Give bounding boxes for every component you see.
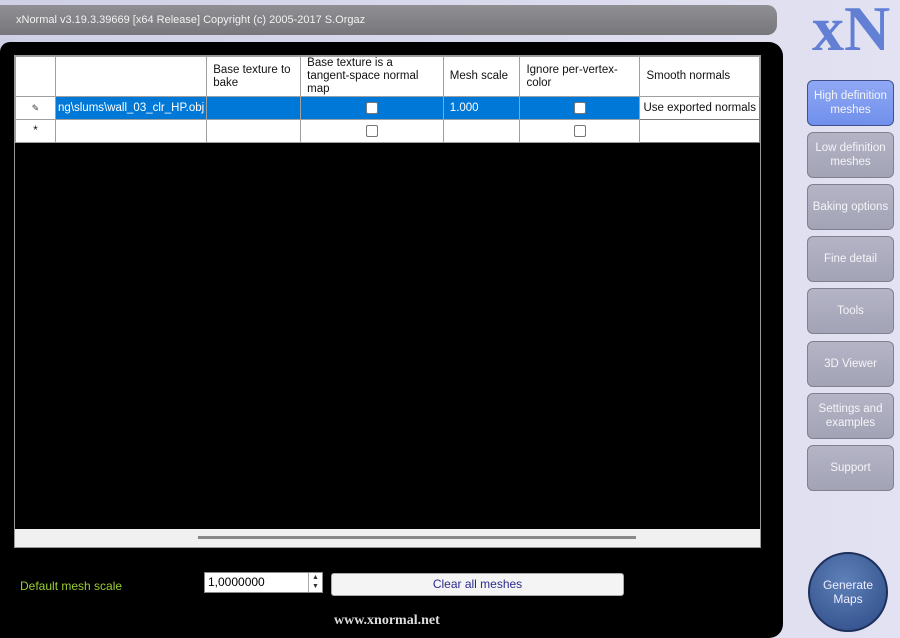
edit-row-icon: ✎ (14, 96, 57, 120)
tangent-space-checkbox[interactable] (365, 124, 378, 137)
mesh-scale-cell[interactable]: 1.000 (442, 96, 521, 120)
mesh-grid: Base texture to bake Base texture is a t… (14, 55, 761, 548)
nav-settings-and-examples[interactable]: Settings and examples (807, 393, 894, 439)
header-file[interactable] (55, 56, 208, 97)
tangent-space-checkbox-cell[interactable] (300, 96, 444, 120)
nav-baking-options[interactable]: Baking options (807, 184, 894, 230)
nav-low-definition-meshes[interactable]: Low definition meshes (807, 132, 894, 178)
nav-tools[interactable]: Tools (807, 288, 894, 334)
generate-maps-button[interactable]: Generate Maps (808, 552, 888, 632)
nav-support[interactable]: Support (807, 445, 894, 491)
ignore-vertex-color-cell[interactable] (519, 119, 641, 143)
new-row-icon: * (14, 119, 57, 143)
xnormal-logo: xN (812, 0, 891, 64)
clear-all-meshes-button[interactable]: Clear all meshes (331, 573, 624, 596)
header-tangent-space[interactable]: Base texture is a tangent-space normal m… (300, 56, 444, 97)
stepper-arrows-icon[interactable]: ▲ ▼ (308, 573, 322, 592)
nav-fine-detail[interactable]: Fine detail (807, 236, 894, 282)
default-mesh-scale-label: Default mesh scale (20, 579, 123, 593)
default-mesh-scale-value[interactable]: 1,0000000 (208, 575, 265, 589)
header-base-texture[interactable]: Base texture to bake (206, 56, 302, 97)
header-row-marker (14, 56, 57, 97)
file-cell[interactable]: ng\slums\wall_03_clr_HP.obj (55, 96, 208, 120)
smooth-normals-dropdown[interactable]: Use exported normals (639, 96, 760, 120)
base-texture-cell[interactable] (206, 96, 302, 120)
ignore-vertex-color-cell[interactable] (519, 96, 641, 120)
website-link[interactable]: www.xnormal.net (334, 613, 440, 629)
nav-3d-viewer[interactable]: 3D Viewer (807, 341, 894, 387)
header-smooth-normals[interactable]: Smooth normals (639, 56, 760, 97)
table-row[interactable]: ✎ ng\slums\wall_03_clr_HP.obj 1.000 Use … (14, 96, 760, 120)
file-cell[interactable] (55, 119, 208, 143)
table-row-new[interactable]: * (14, 119, 760, 143)
horizontal-scrollbar[interactable] (15, 529, 760, 547)
default-mesh-scale-stepper[interactable]: 1,0000000 ▲ ▼ (204, 572, 323, 593)
base-texture-cell[interactable] (206, 119, 302, 143)
mesh-scale-cell[interactable] (442, 119, 521, 143)
scrollbar-thumb[interactable] (198, 536, 636, 539)
ignore-vertex-color-checkbox[interactable] (573, 101, 586, 114)
header-mesh-scale[interactable]: Mesh scale (442, 56, 521, 97)
nav-high-definition-meshes[interactable]: High definition meshes (807, 80, 894, 126)
smooth-normals-dropdown[interactable] (639, 119, 760, 143)
ignore-vertex-color-checkbox[interactable] (573, 124, 586, 137)
window-title: xNormal v3.19.3.39669 [x64 Release] Copy… (0, 5, 777, 35)
header-ignore-vertex-color[interactable]: Ignore per-vertex-color (519, 56, 641, 97)
tangent-space-checkbox-cell[interactable] (300, 119, 444, 143)
tangent-space-checkbox[interactable] (365, 101, 378, 114)
grid-header-row: Base texture to bake Base texture is a t… (14, 56, 760, 97)
